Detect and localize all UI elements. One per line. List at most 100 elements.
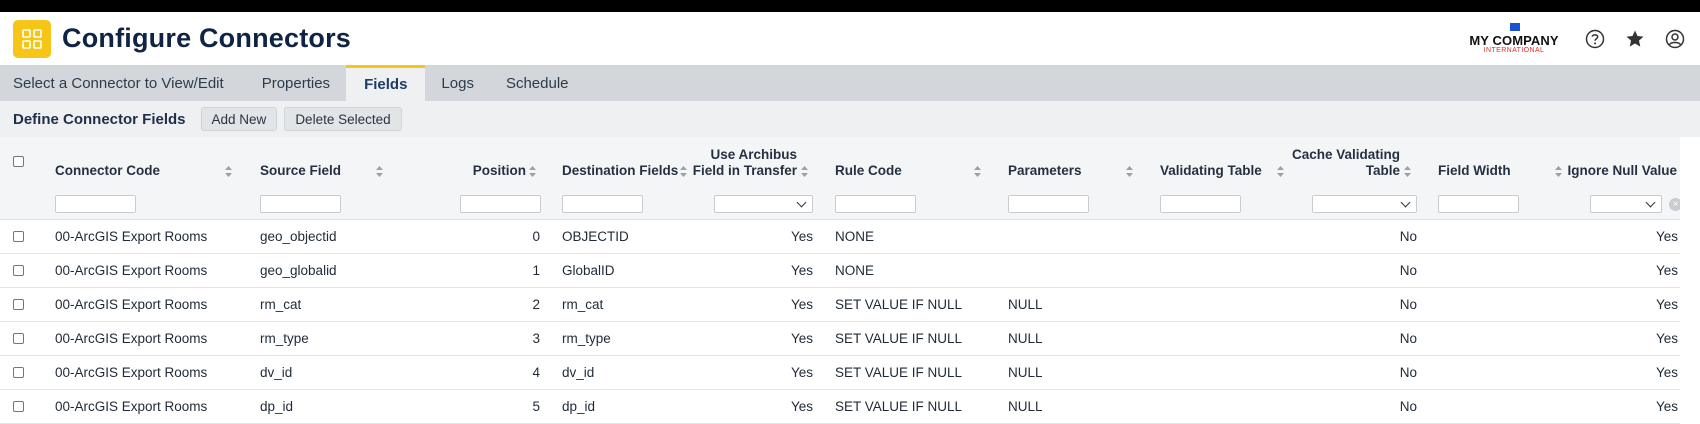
logo-text: MY COMPANY: [1469, 32, 1559, 48]
column-header-cache-validating-line-2[interactable]: Table: [1290, 163, 1400, 179]
row-checkbox[interactable]: [13, 231, 24, 242]
tab-fields[interactable]: Fields: [346, 65, 426, 101]
cell-destination: dv_id: [562, 365, 595, 380]
filter-field-width-input[interactable]: [1438, 195, 1519, 213]
column-header-cache-validating-line-1[interactable]: Cache Validating: [1290, 147, 1400, 163]
column-header-use-archibus-line-1[interactable]: Use Archibus: [690, 147, 797, 163]
filter-source-field-input[interactable]: [260, 195, 341, 213]
cell-source-field: geo_globalid: [260, 263, 337, 278]
panel-toolbar: Define Connector Fields Add New Delete S…: [0, 101, 1700, 137]
sort-icon[interactable]: [1404, 166, 1411, 177]
cell-position: 3: [532, 331, 540, 346]
table-row[interactable]: 00-ArcGIS Export Rooms geo_objectid 0 OB…: [0, 220, 1680, 254]
filter-parameters-input[interactable]: [1008, 195, 1089, 213]
sort-icon[interactable]: [225, 166, 232, 177]
cell-rule-code: SET VALUE IF NULL: [835, 297, 963, 312]
column-header-position[interactable]: Position: [420, 163, 526, 179]
sort-icon[interactable]: [529, 166, 536, 177]
table-row[interactable]: 00-ArcGIS Export Rooms rm_cat 2 rm_cat Y…: [0, 288, 1680, 322]
column-header-validating-table[interactable]: Validating Table: [1160, 163, 1262, 179]
cell-cache-validating: No: [1399, 331, 1417, 346]
cell-cache-validating: No: [1399, 399, 1417, 414]
cell-connector-code: 00-ArcGIS Export Rooms: [55, 331, 208, 346]
sort-icon[interactable]: [376, 166, 383, 177]
table-row[interactable]: 00-ArcGIS Export Rooms dv_id 4 dv_id Yes…: [0, 356, 1680, 390]
filter-connector-code-input[interactable]: [55, 195, 136, 213]
sort-icon[interactable]: [801, 166, 808, 177]
cell-rule-code: SET VALUE IF NULL: [835, 331, 963, 346]
filter-validating-table-input[interactable]: [1160, 195, 1241, 213]
cell-use-archibus: Yes: [790, 365, 813, 380]
help-icon[interactable]: [1584, 28, 1606, 50]
cell-use-archibus: Yes: [790, 229, 813, 244]
cell-parameters: NULL: [1008, 297, 1043, 312]
tab-select-connector[interactable]: Select a Connector to View/Edit: [0, 65, 246, 101]
filter-destination-fields-input[interactable]: [562, 195, 643, 213]
user-icon[interactable]: [1664, 28, 1686, 50]
sort-icon[interactable]: [680, 166, 687, 177]
filter-rule-code-input[interactable]: [835, 195, 916, 213]
tab-logs[interactable]: Logs: [425, 65, 490, 101]
column-header-destination-fields[interactable]: Destination Fields: [562, 163, 678, 179]
delete-selected-button[interactable]: Delete Selected: [284, 107, 402, 131]
cell-source-field: dp_id: [260, 399, 294, 414]
cell-destination: rm_cat: [562, 297, 604, 312]
column-header-field-width[interactable]: Field Width: [1438, 163, 1511, 179]
cell-cache-validating: No: [1399, 229, 1417, 244]
row-checkbox[interactable]: [13, 299, 24, 310]
cell-ignore-null: Yes: [1655, 331, 1678, 346]
column-header-ignore-null-value[interactable]: Ignore Null Value: [1560, 163, 1677, 179]
tab-schedule[interactable]: Schedule: [490, 65, 585, 101]
app-window: Configure Connectors MY COMPANY INTERNAT…: [0, 12, 1700, 424]
cell-destination: dp_id: [562, 399, 596, 414]
cell-cache-validating: No: [1399, 263, 1417, 278]
scrollbar-gutter[interactable]: [1680, 137, 1700, 424]
cell-position: 0: [532, 229, 540, 244]
filter-ignore-null-select[interactable]: [1590, 195, 1662, 213]
cell-parameters: NULL: [1008, 399, 1043, 414]
filter-use-archibus-select[interactable]: [714, 195, 813, 213]
cell-ignore-null: Yes: [1655, 263, 1678, 278]
sort-icon[interactable]: [974, 166, 981, 177]
row-checkbox[interactable]: [13, 401, 24, 412]
sort-icon[interactable]: [1126, 166, 1133, 177]
cell-source-field: rm_cat: [260, 297, 302, 312]
column-header-connector-code[interactable]: Connector Code: [55, 163, 160, 179]
app-grid-icon[interactable]: [13, 19, 51, 58]
table-row[interactable]: 00-ArcGIS Export Rooms geo_globalid 1 Gl…: [0, 254, 1680, 288]
table-row[interactable]: 00-ArcGIS Export Rooms dp_id 5 dp_id Yes…: [0, 390, 1680, 424]
sort-icon[interactable]: [1277, 166, 1284, 177]
cell-connector-code: 00-ArcGIS Export Rooms: [55, 399, 208, 414]
cell-connector-code: 00-ArcGIS Export Rooms: [55, 365, 208, 380]
cell-parameters: NULL: [1008, 331, 1043, 346]
cell-source-field: dv_id: [260, 365, 293, 380]
panel-title: Define Connector Fields: [13, 110, 186, 128]
filter-position-input[interactable]: [460, 195, 541, 213]
cell-rule-code: SET VALUE IF NULL: [835, 399, 963, 414]
cell-ignore-null: Yes: [1655, 297, 1678, 312]
filter-cache-validating-select[interactable]: [1312, 195, 1417, 213]
cell-use-archibus: Yes: [790, 297, 813, 312]
star-icon[interactable]: [1624, 28, 1646, 50]
cell-ignore-null: Yes: [1655, 365, 1678, 380]
row-checkbox[interactable]: [13, 265, 24, 276]
row-checkbox[interactable]: [13, 367, 24, 378]
cell-connector-code: 00-ArcGIS Export Rooms: [55, 263, 208, 278]
column-header-parameters[interactable]: Parameters: [1008, 163, 1082, 179]
column-header-source-field[interactable]: Source Field: [260, 163, 341, 179]
column-header-rule-code[interactable]: Rule Code: [835, 163, 902, 179]
tab-properties[interactable]: Properties: [246, 65, 346, 101]
cell-use-archibus: Yes: [790, 331, 813, 346]
cell-rule-code: NONE: [835, 263, 875, 278]
logo-mark-icon: [1510, 22, 1520, 31]
table-row[interactable]: 00-ArcGIS Export Rooms rm_type 3 rm_type…: [0, 322, 1680, 356]
row-checkbox[interactable]: [13, 333, 24, 344]
cell-connector-code: 00-ArcGIS Export Rooms: [55, 229, 208, 244]
select-all-checkbox[interactable]: [13, 156, 24, 167]
add-new-button[interactable]: Add New: [200, 107, 278, 131]
cell-source-field: rm_type: [260, 331, 309, 346]
cell-ignore-null: Yes: [1655, 399, 1678, 414]
column-header-use-archibus-line-2[interactable]: Field in Transfer: [690, 163, 797, 179]
cell-destination: rm_type: [562, 331, 611, 346]
page-title: Configure Connectors: [62, 23, 352, 53]
